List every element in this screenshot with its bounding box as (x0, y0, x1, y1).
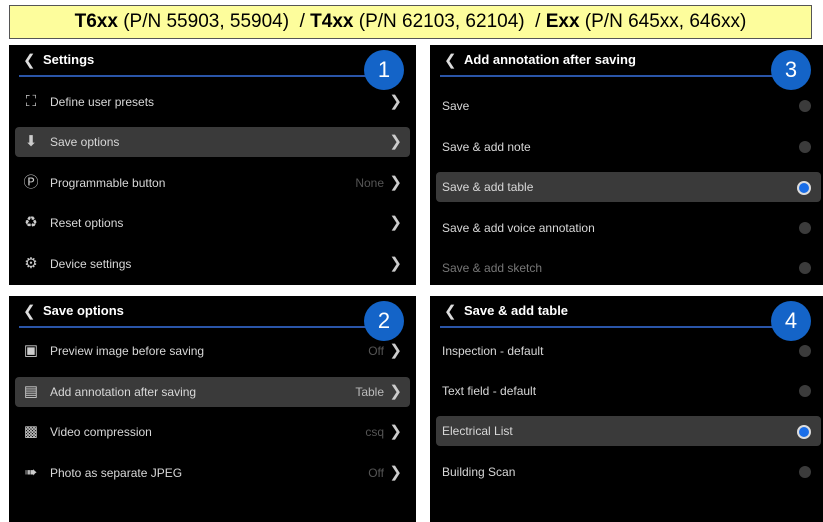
image-plus-icon: ▤ (23, 383, 39, 400)
menu-item-label: Preview image before saving (50, 344, 205, 358)
menu-item-label: Photo as separate JPEG (50, 466, 183, 480)
option-save-add-voice[interactable]: Save & add voice annotation (436, 213, 821, 243)
pn-exx: (P/N 645xx, 646xx) (579, 11, 747, 32)
option-save[interactable]: Save (436, 91, 821, 121)
table-template-building-scan[interactable]: Building Scan (436, 457, 821, 487)
menu-item-reset-options[interactable]: ♻ Reset options ❯ (15, 208, 410, 238)
add-annotation-screen: ❮ Add annotation after saving 3 Save Sav… (430, 45, 823, 285)
menu-item-label: Reset options (50, 216, 124, 230)
screen-header: ❮ Add annotation after saving (430, 45, 823, 79)
screen-title: Settings (43, 52, 95, 67)
chevron-right-icon: ❯ (389, 464, 402, 481)
header-divider (19, 326, 374, 328)
chevron-right-icon: ❯ (389, 342, 402, 359)
menu-item-value: None (355, 176, 384, 190)
chevron-left-icon[interactable]: ❮ (444, 302, 457, 320)
table-template-electrical-list[interactable]: Electrical List (436, 416, 821, 446)
radio-button[interactable] (799, 466, 811, 478)
chevron-left-icon[interactable]: ❮ (23, 302, 36, 320)
chevron-right-icon: ❯ (389, 383, 402, 400)
menu-item-value: Off (368, 466, 384, 480)
step-badge: 2 (364, 301, 404, 341)
radio-button[interactable] (799, 222, 811, 234)
model-exx: Exx (545, 11, 580, 32)
menu-item-video-compression[interactable]: ▩ Video compression csq ❯ (15, 417, 410, 447)
menu-item-label: Define user presets (50, 95, 155, 109)
menu-item-device-settings[interactable]: ⚙ Device settings ❯ (15, 249, 410, 279)
screen-header: ❮ Settings (9, 45, 416, 79)
menu-item-label: Programmable button (50, 176, 166, 190)
download-circle-icon: ⬇ (24, 133, 38, 150)
frame-corners-icon: ⛶ (25, 93, 37, 110)
option-label: Building Scan (442, 465, 516, 479)
menu-item-label: Add annotation after saving (50, 385, 197, 399)
model-t4xx: T4xx (310, 11, 354, 32)
table-template-text-field[interactable]: Text field - default (436, 376, 821, 406)
header-divider (440, 326, 795, 328)
screen-header: ❮ Save options (9, 296, 416, 330)
checker-grid-icon: ▩ (23, 423, 39, 440)
menu-item-label: Video compression (50, 425, 152, 439)
step-badge: 3 (771, 50, 811, 90)
chevron-right-icon: ❯ (389, 423, 402, 440)
menu-item-value: Table (355, 385, 384, 399)
chevron-right-icon: ❯ (389, 133, 402, 150)
option-label: Save & add voice annotation (442, 221, 595, 235)
menu-item-label: Save options (50, 135, 120, 149)
radio-button[interactable] (799, 262, 811, 274)
step-badge: 4 (771, 301, 811, 341)
header-divider (440, 75, 795, 77)
page-title: T6xx (P/N 55903, 55904) / T4xx (P/N 6210… (9, 5, 812, 39)
option-save-add-sketch[interactable]: Save & add sketch (436, 253, 821, 283)
chevron-right-icon: ❯ (389, 255, 402, 272)
screen-title: Save & add table (464, 303, 569, 318)
pn-t6xx: (P/N 55903, 55904) / (117, 11, 311, 32)
radio-button[interactable] (799, 141, 811, 153)
menu-item-value: csq (365, 425, 384, 439)
model-t6xx: T6xx (74, 11, 118, 32)
step-badge: 1 (364, 50, 404, 90)
recycle-icon: ♻ (24, 214, 38, 231)
screen-header: ❮ Save & add table (430, 296, 823, 330)
option-label: Save & add note (442, 140, 531, 154)
menu-item-programmable-button[interactable]: Ⓟ Programmable button None ❯ (15, 168, 410, 198)
option-label: Save (442, 99, 470, 113)
radio-button-selected[interactable] (797, 181, 811, 195)
settings-screen: ❮ Settings 1 ⛶ Define user presets ❯ ⬇ S… (9, 45, 416, 285)
image-magnifier-icon: ▣ (23, 342, 39, 359)
menu-item-add-annotation[interactable]: ▤ Add annotation after saving Table ❯ (15, 377, 410, 407)
chevron-right-icon: ❯ (389, 93, 402, 110)
p-circle-icon: Ⓟ (23, 174, 39, 191)
menu-item-value: Off (368, 344, 384, 358)
save-add-table-screen: ❮ Save & add table 4 Inspection - defaul… (430, 296, 823, 522)
table-template-inspection[interactable]: Inspection - default (436, 336, 821, 366)
save-options-screen: ❮ Save options 2 ▣ Preview image before … (9, 296, 416, 522)
chevron-right-icon: ❯ (389, 214, 402, 231)
option-label: Text field - default (442, 384, 537, 398)
radio-button[interactable] (799, 345, 811, 357)
chevron-right-icon: ❯ (389, 174, 402, 191)
menu-item-define-presets[interactable]: ⛶ Define user presets ❯ (15, 87, 410, 117)
radio-button-selected[interactable] (797, 425, 811, 439)
option-label: Save & add table (442, 180, 534, 194)
menu-item-save-options[interactable]: ⬇ Save options ❯ (15, 127, 410, 157)
menu-item-preview-image[interactable]: ▣ Preview image before saving Off ❯ (15, 336, 410, 366)
screen-title: Save options (43, 303, 124, 318)
chevron-left-icon[interactable]: ❮ (444, 51, 457, 69)
option-save-add-note[interactable]: Save & add note (436, 132, 821, 162)
export-icon: ➠ (24, 464, 38, 481)
radio-button[interactable] (799, 100, 811, 112)
radio-button[interactable] (799, 385, 811, 397)
option-label: Inspection - default (442, 344, 544, 358)
option-save-add-table[interactable]: Save & add table (436, 172, 821, 202)
chevron-left-icon[interactable]: ❮ (23, 51, 36, 69)
screen-title: Add annotation after saving (464, 52, 636, 67)
header-divider (19, 75, 374, 77)
gear-icon: ⚙ (24, 255, 38, 272)
option-label: Electrical List (442, 424, 513, 438)
menu-item-photo-jpeg[interactable]: ➠ Photo as separate JPEG Off ❯ (15, 458, 410, 488)
pn-t4xx: (P/N 62103, 62104) / (353, 11, 546, 32)
menu-item-label: Device settings (50, 257, 132, 271)
option-label: Save & add sketch (442, 261, 543, 275)
